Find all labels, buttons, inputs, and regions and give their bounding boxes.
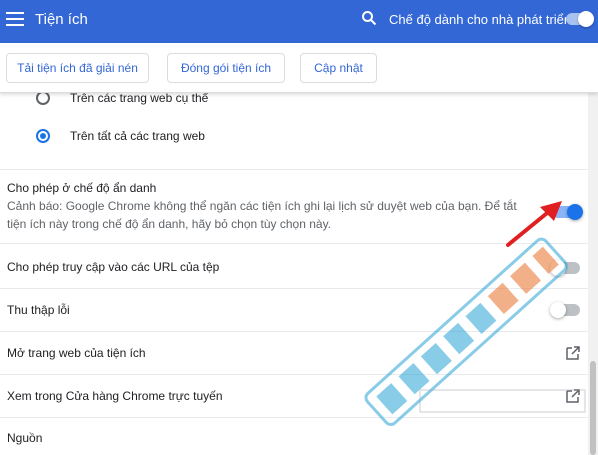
collect-errors-toggle[interactable] (550, 302, 580, 318)
scrollbar[interactable] (588, 93, 598, 455)
divider (0, 288, 588, 289)
extensions-toolbar: Tải tiện ích đã giải nén Đóng gói tiện í… (0, 43, 598, 93)
view-in-store-link[interactable]: Xem trong Cửa hàng Chrome trực tuyến (7, 389, 223, 403)
source-section-title: Nguồn (7, 431, 43, 445)
incognito-setting-title: Cho phép ở chế độ ẩn danh (7, 181, 157, 195)
radio-label: Trên các trang web cụ thể (70, 93, 209, 105)
red-arrow-annotation-icon (506, 201, 562, 247)
file-urls-toggle[interactable] (550, 260, 580, 276)
radio-button-selected[interactable] (36, 129, 50, 143)
scrollbar-thumb[interactable] (590, 361, 596, 455)
toggle-knob (578, 11, 594, 27)
extension-details-panel: Trên các trang web cụ thể Trên tất cả cá… (0, 93, 588, 455)
open-extension-site-link[interactable]: Mở trang web của tiện ích (7, 346, 146, 360)
search-icon[interactable] (361, 10, 377, 26)
toggle-knob (550, 302, 566, 318)
pack-extension-button[interactable]: Đóng gói tiện ích (167, 53, 285, 83)
open-in-new-icon[interactable] (566, 346, 580, 360)
update-button[interactable]: Cập nhật (300, 53, 377, 83)
open-in-new-icon[interactable] (566, 389, 580, 403)
radio-label: Trên tất cả các trang web (70, 129, 205, 143)
hamburger-menu-icon[interactable] (6, 12, 24, 26)
developer-mode-label: Chế độ dành cho nhà phát triển (389, 12, 572, 27)
radio-button[interactable] (36, 93, 50, 105)
divider (0, 331, 588, 332)
divider (0, 374, 588, 375)
collect-errors-setting-title: Thu thập lỗi (7, 303, 70, 317)
app-header: Tiện ích Chế độ dành cho nhà phát triển (0, 0, 598, 43)
load-unpacked-button[interactable]: Tải tiện ích đã giải nén (6, 53, 149, 83)
divider (0, 417, 588, 418)
divider (0, 169, 588, 170)
page-title: Tiện ích (35, 11, 88, 28)
developer-mode-toggle[interactable] (566, 11, 594, 27)
toggle-knob (550, 260, 566, 276)
file-urls-setting-title: Cho phép truy cập vào các URL của tệp (7, 260, 220, 274)
incognito-setting-warning: Cảnh báo: Google Chrome không thể ngăn c… (7, 199, 517, 231)
